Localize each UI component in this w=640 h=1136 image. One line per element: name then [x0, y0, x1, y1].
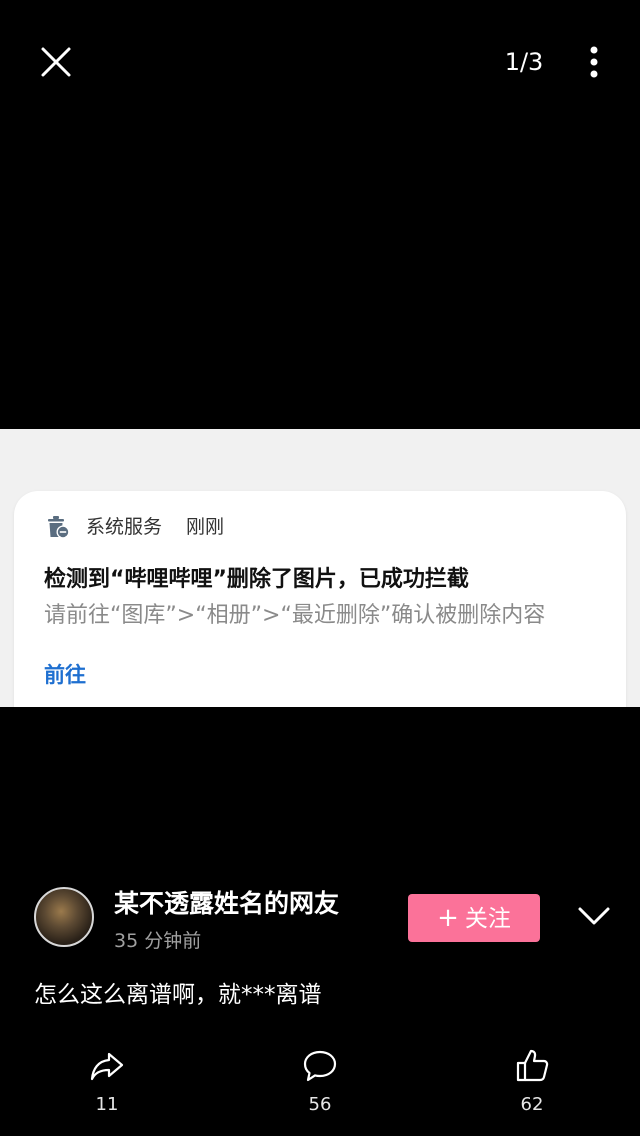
screenshot-image: 系统服务 刚刚 检测到“哔哩哔哩”删除了图片，已成功拦截 请前往“图库”>“相册… — [0, 429, 640, 707]
top-bar: 1/3 — [0, 0, 640, 124]
plus-icon: + — [437, 903, 459, 933]
image-counter: 1/3 — [504, 48, 544, 76]
close-icon[interactable] — [36, 42, 76, 82]
post-time: 35 分钟前 — [114, 930, 202, 952]
share-button[interactable]: 11 — [67, 1046, 147, 1118]
trash-restore-icon — [48, 516, 70, 539]
more-vertical-icon[interactable] — [578, 42, 610, 82]
avatar[interactable] — [34, 887, 94, 947]
comment-button[interactable]: 56 — [280, 1046, 360, 1118]
follow-button[interactable]: + 关注 — [408, 894, 540, 942]
comment-count: 56 — [308, 1094, 332, 1115]
chevron-down-icon[interactable] — [576, 900, 612, 932]
follow-label: 关注 — [464, 906, 511, 932]
notification-time: 刚刚 — [186, 516, 225, 538]
notification-app-name: 系统服务 — [86, 516, 163, 538]
comment-text: 怎么这么离谱啊，就***离谱 — [34, 982, 322, 1008]
share-icon — [90, 1052, 124, 1081]
notification-card: 系统服务 刚刚 检测到“哔哩哔哩”删除了图片，已成功拦截 请前往“图库”>“相册… — [14, 491, 626, 707]
thumbs-up-icon — [516, 1049, 549, 1082]
comment-icon — [303, 1050, 337, 1082]
like-button[interactable]: 62 — [492, 1046, 572, 1118]
share-count: 11 — [95, 1094, 119, 1115]
notification-body: 请前往“图库”>“相册”>“最近删除”确认被删除内容 — [44, 603, 546, 628]
notification-title: 检测到“哔哩哔哩”删除了图片，已成功拦截 — [44, 567, 469, 592]
username[interactable]: 某不透露姓名的网友 — [114, 886, 339, 922]
notification-go-button: 前往 — [44, 663, 86, 687]
like-count: 62 — [520, 1094, 544, 1115]
